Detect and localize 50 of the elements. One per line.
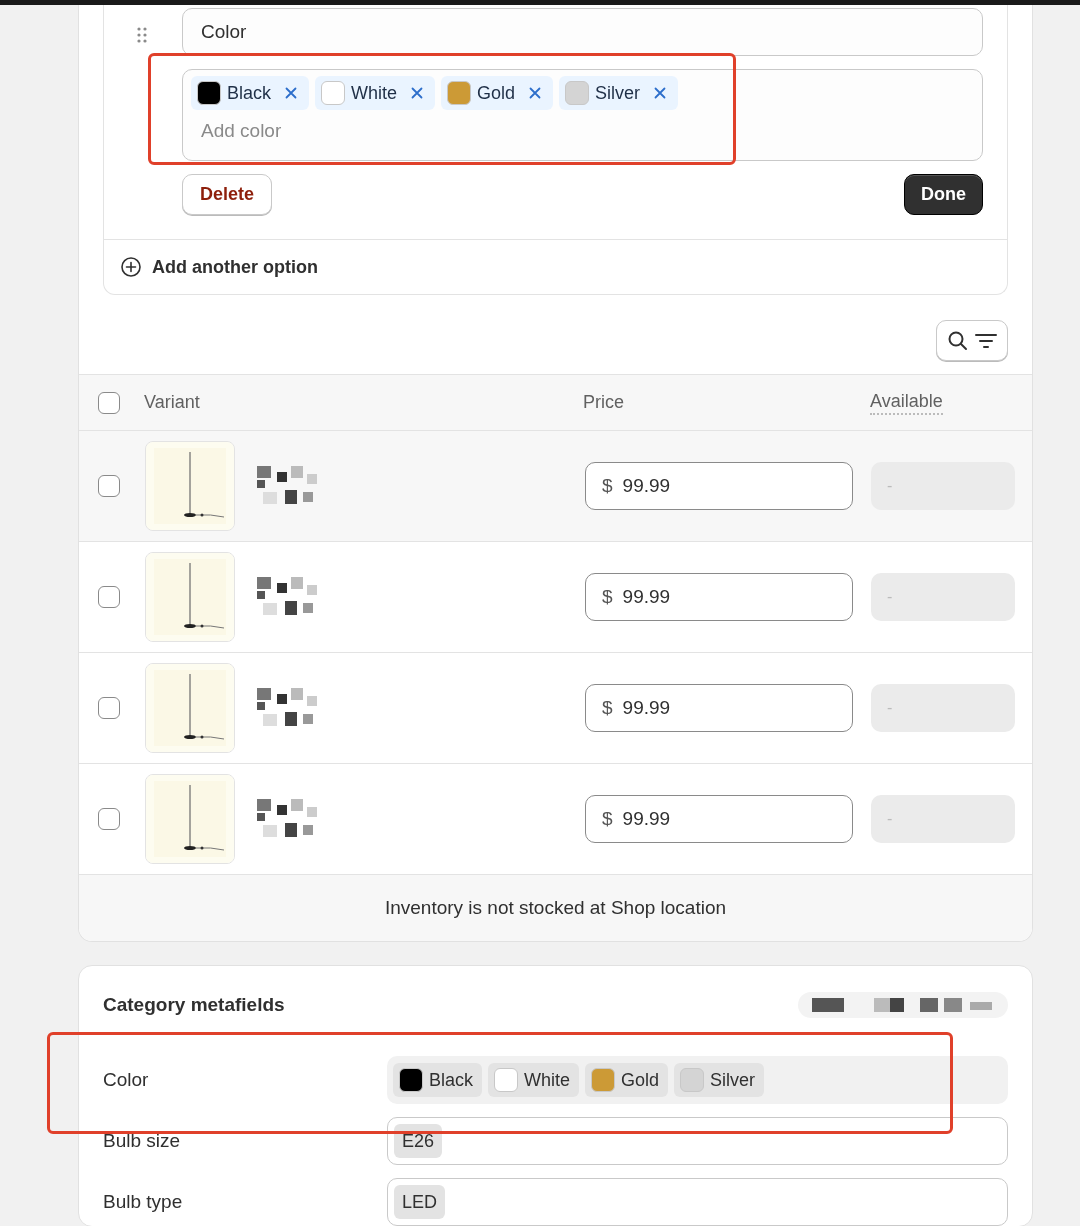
color-metafield-field[interactable]: Black White Gold Silver <box>387 1056 1008 1104</box>
pixelated-text-drawing <box>257 577 319 617</box>
column-header: Price <box>583 392 625 413</box>
metafield-field[interactable]: LED <box>387 1178 1008 1226</box>
metafield-label: Color <box>103 1069 150 1091</box>
color-label: Black <box>429 1069 473 1091</box>
search-icon <box>947 329 969 352</box>
add-value-input[interactable]: Add color <box>191 116 511 146</box>
price-field[interactable]: $ 99.99 <box>585 573 853 621</box>
metafield-label: Bulb type <box>103 1191 184 1213</box>
search-filter-button[interactable] <box>936 320 1008 361</box>
remove-icon[interactable] <box>654 87 667 99</box>
filter-icon <box>975 332 997 349</box>
column-header: Available <box>870 390 943 415</box>
color-label: White <box>524 1069 571 1091</box>
delete-button[interactable]: Delete <box>182 174 273 215</box>
row-checkbox[interactable] <box>98 697 120 719</box>
metafield-label: Bulb size <box>103 1130 182 1152</box>
option-name-field[interactable]: Color <box>182 8 983 56</box>
remove-icon[interactable] <box>411 87 424 99</box>
remove-icon[interactable] <box>529 87 542 99</box>
done-button[interactable]: Done <box>904 174 983 215</box>
remove-icon[interactable] <box>285 87 297 99</box>
metafield-field[interactable]: E26 <box>387 1117 1008 1165</box>
plus-circle-icon <box>120 256 142 278</box>
row-checkbox[interactable] <box>98 586 120 608</box>
pixelated-text-drawing <box>257 799 319 839</box>
value-label: Silver <box>595 82 641 104</box>
row-checkbox[interactable] <box>98 475 120 497</box>
price-field[interactable]: $ 99.99 <box>585 795 853 843</box>
row-checkbox[interactable] <box>98 808 120 830</box>
price-field[interactable]: $ 99.99 <box>585 462 853 510</box>
option-values-field[interactable]: Black White Gold Silver Add color <box>182 69 983 161</box>
inventory-note: Inventory is not stocked at Shop location <box>79 875 1032 941</box>
value-label: Black <box>227 82 271 104</box>
drag-handle-icon[interactable] <box>136 26 148 44</box>
column-header: Variant <box>144 392 201 413</box>
section-title: Category metafields <box>103 994 285 1016</box>
value-label: Gold <box>477 82 516 104</box>
add-option-label[interactable]: Add another option <box>152 256 318 278</box>
value-label: White <box>351 82 398 104</box>
pixelated-text-drawing <box>257 688 319 728</box>
value-tag: E26 <box>394 1124 443 1158</box>
color-label: Gold <box>621 1069 660 1091</box>
select-all-checkbox[interactable] <box>98 391 120 414</box>
price-field[interactable]: $ 99.99 <box>585 684 853 732</box>
color-label: Silver <box>710 1069 756 1091</box>
add-option-link[interactable]: Add another option <box>104 239 1007 294</box>
pixelated-text-drawing <box>257 466 319 506</box>
value-tag: LED <box>394 1185 445 1219</box>
